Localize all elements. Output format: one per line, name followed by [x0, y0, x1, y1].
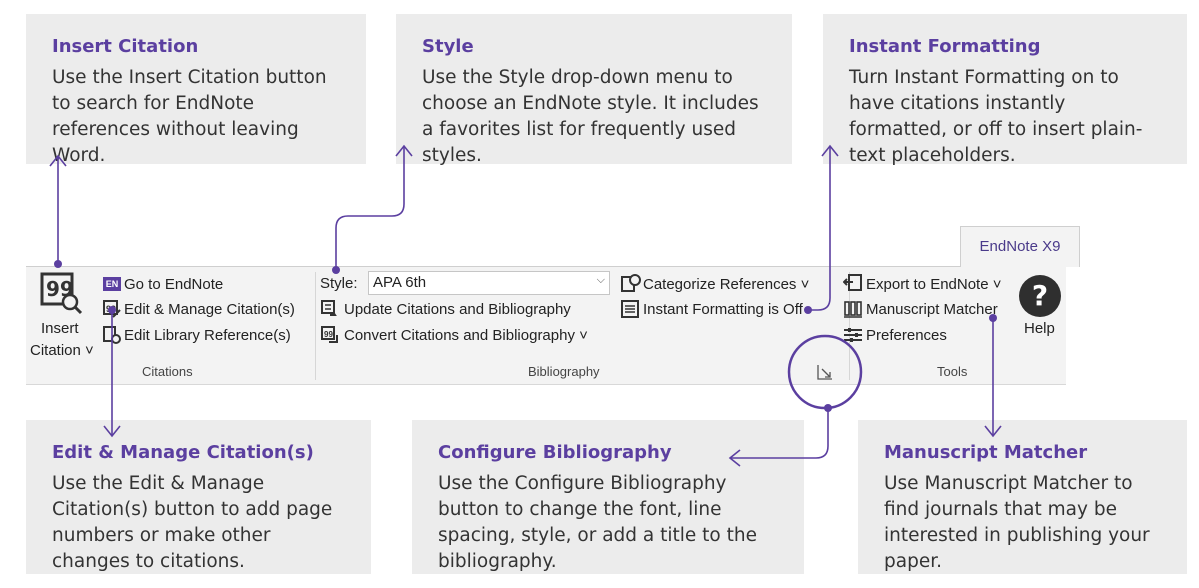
callout-connectors: [49, 144, 1002, 467]
